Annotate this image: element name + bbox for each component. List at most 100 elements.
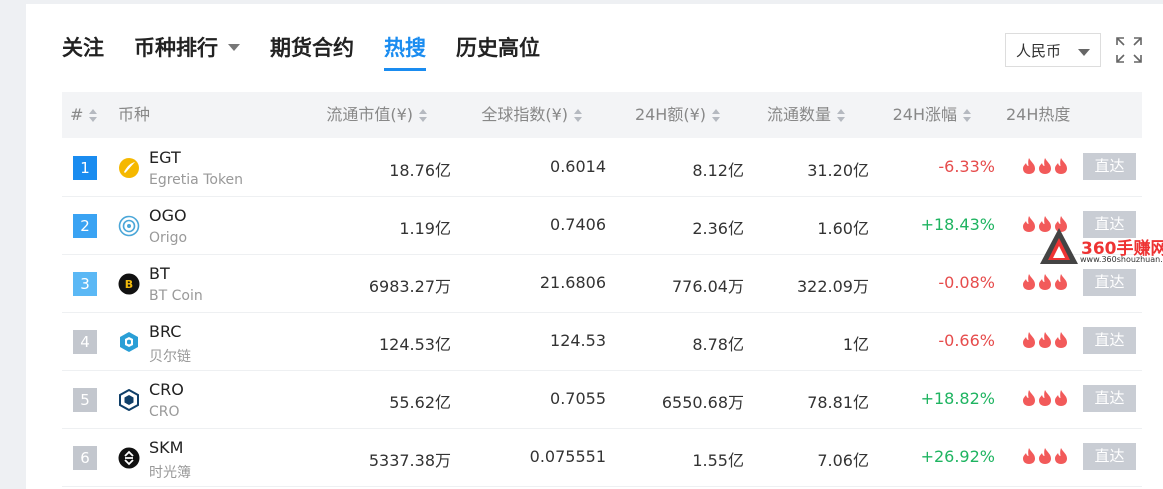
- coin-name: 贝尔链: [149, 349, 191, 365]
- table-row[interactable]: 5 CRO CRO 55.62亿 0.7055 6550.68万 78.81亿 +18.82%…: [62, 370, 1142, 429]
- global-index-value: 124.53: [550, 331, 606, 350]
- global-index-value: 0.6014: [550, 157, 606, 176]
- rank-badge: 2: [73, 214, 97, 238]
- col-change-24h[interactable]: 24H涨幅: [893, 92, 971, 138]
- supply-value: 1.60亿: [817, 219, 869, 238]
- tab-coin-ranking[interactable]: 币种排行: [134, 32, 240, 62]
- go-button[interactable]: 直达: [1083, 269, 1136, 296]
- change-24h-value: -0.08%: [938, 273, 995, 292]
- flame-icon: [1023, 390, 1035, 406]
- flame-icon: [1023, 448, 1035, 464]
- col-change-24h-label: 24H涨幅: [892, 105, 957, 124]
- volume-24h-value: 776.04万: [672, 277, 744, 296]
- volume-24h-value: 8.12亿: [692, 161, 744, 180]
- table-row[interactable]: 4 BRC 贝尔链 124.53亿 124.53 8.78亿 1亿 -0.66% 直达: [62, 312, 1142, 371]
- sort-icon: [712, 108, 720, 123]
- tab-all-time-high[interactable]: 历史高位: [456, 32, 540, 62]
- flame-icon: [1055, 158, 1067, 174]
- volume-24h-value: 8.78亿: [692, 335, 744, 354]
- table-row[interactable]: 3 B BT BT Coin 6983.27万 21.6806 776.04万 322.09万…: [62, 254, 1142, 313]
- watermark-url: www.360shouzhuan.com: [1080, 255, 1163, 264]
- hot-search-panel: 关注 币种排行 期货合约 热搜 历史高位 人民币 # 币种 流通市值(¥) 全球…: [26, 4, 1163, 489]
- tab-bar: 关注 币种排行 期货合约 热搜 历史高位: [62, 32, 570, 72]
- supply-value: 7.06亿: [817, 451, 869, 470]
- flame-icon: [1039, 390, 1051, 406]
- market-cap-value: 124.53亿: [379, 335, 451, 354]
- change-24h-value: -6.33%: [938, 157, 995, 176]
- flame-icon: [1055, 274, 1067, 290]
- supply-value: 31.20亿: [807, 161, 869, 180]
- go-button[interactable]: 直达: [1083, 327, 1136, 354]
- volume-24h-value: 6550.68万: [661, 393, 744, 412]
- coin-symbol[interactable]: EGT: [149, 148, 181, 167]
- expand-icon[interactable]: [1115, 36, 1143, 64]
- flame-icon: [1055, 332, 1067, 348]
- go-button[interactable]: 直达: [1083, 153, 1136, 180]
- market-cap-value: 5337.38万: [368, 451, 451, 470]
- rank-badge: 4: [73, 330, 97, 354]
- sort-icon: [89, 108, 98, 123]
- flame-icon: [1039, 448, 1051, 464]
- col-rank[interactable]: #: [70, 92, 98, 138]
- coin-logo-icon: [118, 447, 140, 469]
- col-heat-24h: 24H热度: [1006, 105, 1071, 124]
- svg-text:B: B: [125, 278, 133, 291]
- change-24h-value: +18.43%: [920, 215, 995, 234]
- col-global-index[interactable]: 全球指数(¥): [481, 92, 582, 138]
- sort-icon: [574, 108, 582, 123]
- col-supply[interactable]: 流通数量: [767, 92, 845, 138]
- col-coin: 币种: [118, 105, 151, 124]
- tab-hot-search[interactable]: 热搜: [384, 32, 426, 71]
- volume-24h-value: 1.55亿: [692, 451, 744, 470]
- go-button[interactable]: 直达: [1083, 385, 1136, 412]
- flame-icon: [1039, 332, 1051, 348]
- market-cap-value: 6983.27万: [368, 277, 451, 296]
- coin-symbol[interactable]: BRC: [149, 322, 181, 341]
- change-24h-value: -0.66%: [938, 331, 995, 350]
- go-button[interactable]: 直达: [1083, 443, 1136, 470]
- rank-badge: 5: [73, 388, 97, 412]
- coin-logo-icon: [118, 331, 140, 353]
- table-row[interactable]: 6 SKM 时光簿 5337.38万 0.075551 1.55亿 7.06亿 +26.92%…: [62, 428, 1142, 487]
- sort-icon: [963, 108, 971, 123]
- currency-select-value: 人民币: [1016, 41, 1062, 60]
- heat-indicator: [1022, 447, 1074, 467]
- flame-icon: [1055, 390, 1067, 406]
- flame-icon: [1039, 274, 1051, 290]
- col-global-index-label: 全球指数(¥): [481, 105, 568, 124]
- change-24h-value: +26.92%: [920, 447, 995, 466]
- watermark-triangle-icon: [1040, 228, 1078, 264]
- flame-icon: [1023, 216, 1035, 232]
- flame-icon: [1039, 158, 1051, 174]
- sort-icon: [419, 108, 427, 123]
- col-rank-label: #: [70, 105, 84, 124]
- col-volume-24h[interactable]: 24H额(¥): [635, 92, 720, 138]
- watermark-logo: 360手赚网 www.360shouzhuan.com: [1036, 222, 1163, 272]
- tab-coin-ranking-label: 币种排行: [134, 36, 218, 60]
- table-row[interactable]: 2 OGO Origo 1.19亿 0.7406 2.36亿 1.60亿 +18.43% 直达: [62, 196, 1142, 255]
- tab-follow[interactable]: 关注: [62, 32, 104, 62]
- change-24h-value: +18.82%: [920, 389, 995, 408]
- tab-futures[interactable]: 期货合约: [270, 32, 354, 62]
- coin-logo-icon: [118, 157, 140, 179]
- coin-name: CRO: [149, 404, 180, 420]
- market-cap-value: 1.19亿: [399, 219, 451, 238]
- global-index-value: 21.6806: [539, 273, 606, 292]
- coin-symbol[interactable]: BT: [149, 264, 170, 283]
- currency-select[interactable]: 人民币: [1005, 33, 1101, 67]
- coin-name: 时光簿: [149, 465, 191, 481]
- supply-value: 78.81亿: [807, 393, 869, 412]
- flame-icon: [1023, 332, 1035, 348]
- coin-symbol[interactable]: OGO: [149, 206, 187, 225]
- heat-indicator: [1022, 157, 1074, 177]
- coin-symbol[interactable]: CRO: [149, 380, 184, 399]
- coin-symbol[interactable]: SKM: [149, 438, 183, 457]
- col-market-cap[interactable]: 流通市值(¥): [326, 92, 427, 138]
- coin-logo-icon: [118, 215, 140, 237]
- coin-logo-icon: [118, 388, 140, 412]
- rank-badge: 1: [73, 156, 97, 180]
- global-index-value: 0.075551: [529, 447, 606, 466]
- col-volume-24h-label: 24H额(¥): [634, 105, 706, 124]
- flame-icon: [1023, 158, 1035, 174]
- table-row[interactable]: 1 EGT Egretia Token 18.76亿 0.6014 8.12亿 31.20亿…: [62, 138, 1142, 197]
